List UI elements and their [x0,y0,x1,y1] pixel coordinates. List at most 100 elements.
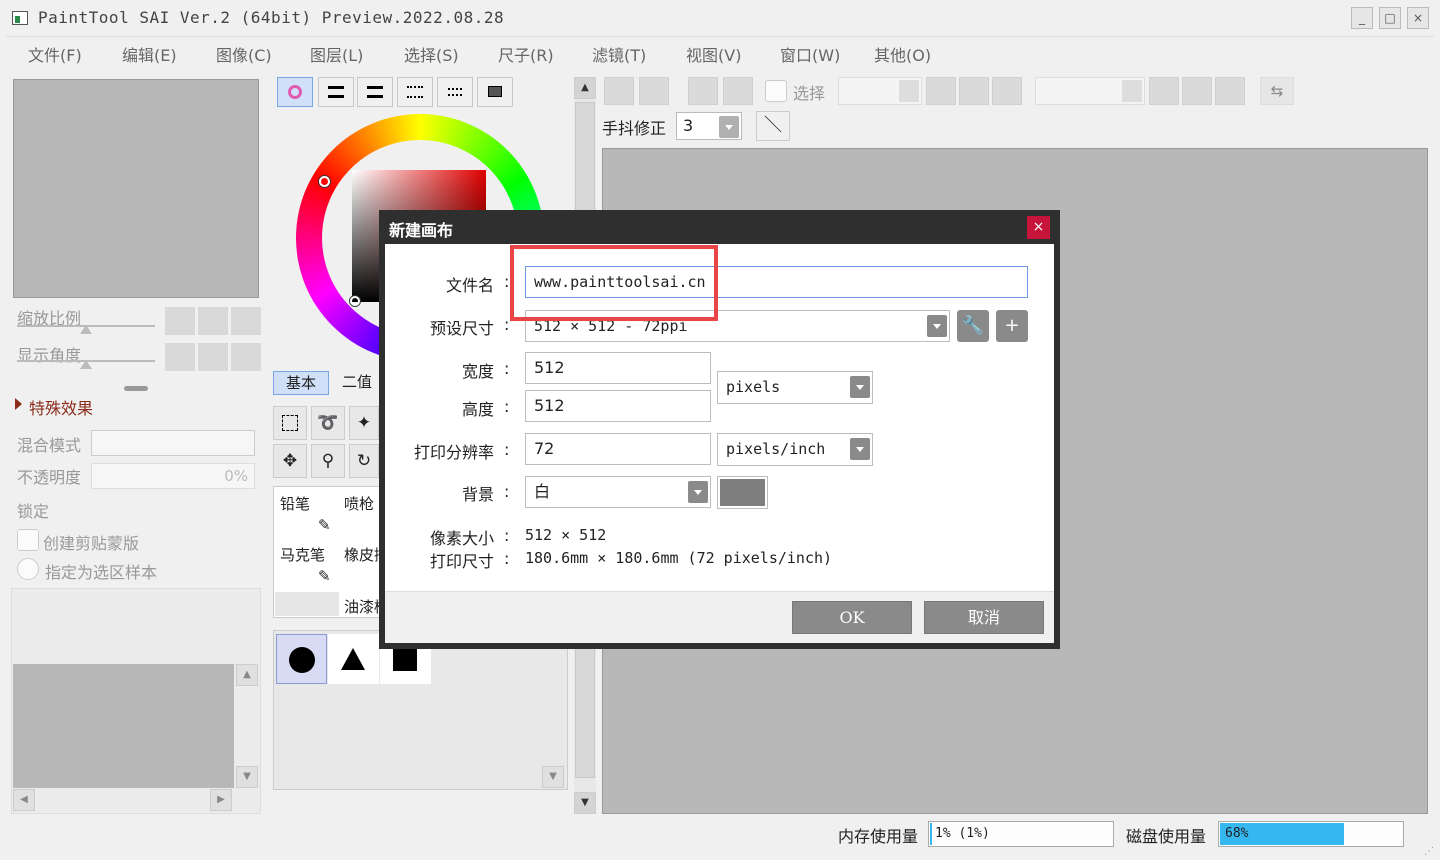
menu-file[interactable]: 文件(F) [28,42,82,66]
color-wheel-tab[interactable] [277,77,313,107]
rotate-reset-button[interactable] [231,343,261,371]
close-window-button[interactable]: × [1407,7,1429,29]
palette-tab[interactable] [437,77,473,107]
magnifier-icon: ⚲ [321,451,335,471]
rgb-slider-tab[interactable] [318,77,354,107]
zoom-in-button[interactable] [198,307,228,335]
rotate-right-button[interactable] [198,343,228,371]
shape-scroll-down[interactable]: ▼ [542,766,564,788]
layer-scroll-up[interactable]: ▲ [236,664,258,686]
zoom-fit-button[interactable] [992,77,1022,105]
clip-mask-checkbox[interactable] [17,529,39,551]
zoom-out-button[interactable] [165,307,195,335]
angle-combo[interactable] [1035,77,1145,105]
menu-window[interactable]: 窗口(W) [780,42,840,66]
brush-marker[interactable]: 马克笔 [280,544,325,565]
rotate-zero-button[interactable] [1215,77,1245,105]
rotate-ccw-button[interactable] [1149,77,1179,105]
magic-wand-tool[interactable]: ✦ [349,406,379,440]
size-unit-select[interactable]: pixels [717,371,873,404]
zoom-tool[interactable]: ⚲ [311,444,345,478]
opacity-field[interactable]: 0% [91,463,255,489]
brush-pencil[interactable]: 铅笔 [280,493,310,514]
panel-splitter[interactable] [124,386,148,391]
menu-filter[interactable]: 滤镜(T) [592,42,646,66]
rotate-tool[interactable]: ↻ [349,444,379,478]
layer-scroll-left[interactable]: ◀ [13,789,35,811]
disk-usage-bar: 68% [1218,821,1404,847]
swatch-tab[interactable] [397,77,433,107]
brush-airbrush[interactable]: 喷枪 [344,493,374,514]
palette-icon [448,88,462,96]
zoom-combo[interactable] [838,77,922,105]
zoom-reset-button[interactable] [231,307,261,335]
hsv-slider-tab[interactable] [357,77,393,107]
zoom-minus-button[interactable] [926,77,956,105]
redo-button[interactable] [639,77,669,105]
deselect-button[interactable] [688,77,718,105]
line-tool-button[interactable]: ＼ [756,111,790,141]
expand-arrow-icon[interactable] [15,398,22,410]
minimize-button[interactable]: _ [1351,7,1373,29]
ok-button[interactable]: OK [792,601,912,634]
scratchpad-tab[interactable] [477,77,513,107]
preset-settings-button[interactable]: 🔧 [957,310,989,342]
tab-basic[interactable]: 基本 [273,371,329,395]
flip-icon: ⇆ [1270,82,1284,100]
navigator-preview[interactable] [13,79,259,298]
effects-label[interactable]: 特殊效果 [29,395,93,419]
select-checkbox[interactable] [765,80,787,102]
sliders-icon [367,86,383,98]
triangle-shape-button[interactable] [328,634,379,684]
hue-marker[interactable] [319,176,330,187]
background-select[interactable]: 白 [525,476,711,508]
lasso-tool[interactable]: ➰ [311,406,345,440]
resolution-unit-select[interactable]: pixels/inch [717,433,873,466]
layer-scroll-right[interactable]: ▶ [210,789,232,811]
menu-other[interactable]: 其他(O) [874,42,931,66]
panel-scroll-up[interactable]: ▲ [574,77,596,99]
menu-select[interactable]: 选择(S) [404,42,459,66]
dialog-close-button[interactable]: × [1027,216,1050,239]
resolution-input[interactable]: 72 [525,433,711,465]
invert-select-button[interactable] [723,77,753,105]
resize-grip-icon[interactable]: ⋰ [1424,846,1434,857]
rect-select-tool[interactable] [273,406,307,440]
height-input[interactable]: 512 [525,390,711,422]
resolution-label: 打印分辨率 [413,443,494,462]
menu-image[interactable]: 图像(C) [216,42,272,66]
stabilizer-select[interactable]: 3 [676,112,742,140]
menu-layer[interactable]: 图层(L) [310,42,363,66]
angle-slider-handle[interactable] [80,360,92,369]
menu-view[interactable]: 视图(V) [686,42,741,66]
background-color-swatch[interactable] [717,476,768,509]
undo-button[interactable] [604,77,634,105]
blend-mode-select[interactable] [91,430,255,456]
menu-ruler[interactable]: 尺子(R) [498,42,554,66]
circle-shape-button[interactable] [276,634,327,684]
menu-edit[interactable]: 编辑(E) [122,42,177,66]
zoom-slider-handle[interactable] [80,325,92,334]
tab-binary[interactable]: 二值 [335,371,379,395]
width-input[interactable]: 512 [525,352,711,384]
move-tool[interactable]: ✥ [273,444,307,478]
rotate-cw-button[interactable] [1182,77,1212,105]
selection-source-label: 指定为选区样本 [45,563,158,582]
marker-icon: ✎ [318,567,331,585]
layer-list[interactable] [13,664,234,788]
dialog-title: 新建画布 [389,221,454,240]
stabilizer-label: 手抖修正 [602,119,667,138]
preset-add-button[interactable]: + [996,310,1028,342]
flip-button[interactable]: ⇆ [1260,77,1294,105]
zoom-plus-button[interactable] [959,77,989,105]
selection-source-checkbox[interactable] [17,558,39,580]
rotate-left-button[interactable] [165,343,195,371]
layer-scroll-down[interactable]: ▼ [236,766,258,788]
maximize-button[interactable]: □ [1379,7,1401,29]
brush-eraser[interactable]: 橡皮擦 [344,544,380,565]
cancel-button[interactable]: 取消 [924,601,1044,634]
brush-bucket[interactable]: 油漆桶 [344,596,380,617]
pixel-size-colon: : [504,526,510,545]
panel-scroll-down[interactable]: ▼ [574,792,596,814]
sv-marker[interactable] [350,296,360,306]
